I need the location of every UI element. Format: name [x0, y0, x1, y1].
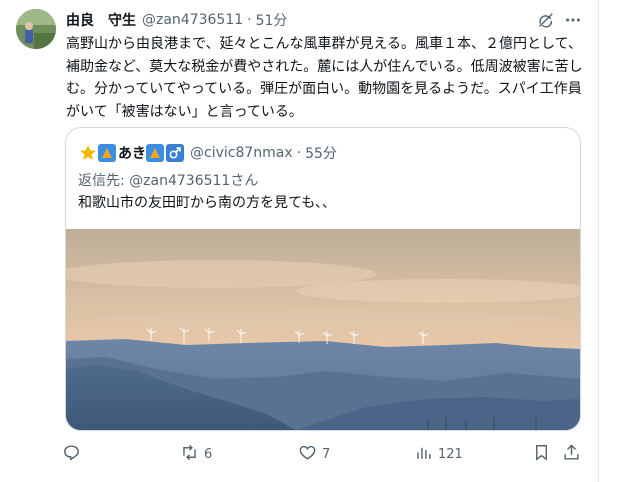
author-handle[interactable]: @zan4736511 [142, 12, 243, 28]
views-icon [414, 443, 433, 466]
like-count: 7 [322, 446, 331, 462]
quote-author-handle[interactable]: @civic87nmax [190, 145, 293, 161]
share-icon [562, 443, 581, 466]
author-name[interactable]: 由良 守生 [66, 10, 136, 30]
separator: · [296, 145, 302, 161]
landscape-photo[interactable] [66, 229, 580, 430]
quoted-post[interactable]: あき @civic87nmax · 55分 返信先: @zan4736511さん… [65, 127, 581, 431]
male-sign-icon [166, 144, 184, 162]
reply-button[interactable] [62, 440, 86, 468]
bookmark-button[interactable] [532, 440, 551, 468]
badge-icon [98, 144, 116, 162]
post-text: 高野山から由良港まで、延々とこんな風車群が見える。風車１本、２億円として、補助金… [66, 36, 583, 120]
quote-time[interactable]: 55分 [305, 143, 337, 163]
action-bar: 6 7 121 [62, 440, 588, 468]
grok-icon[interactable] [535, 9, 557, 31]
like-button[interactable]: 7 [298, 440, 330, 468]
post-time[interactable]: 51分 [256, 10, 288, 30]
quote-author-name[interactable]: あき [118, 143, 146, 163]
quote-text: 和歌山市の友田町から南の方を見ても、、 [78, 195, 336, 211]
reply-icon [62, 443, 81, 466]
post-header: 由良 守生 @zan4736511 · 51分 [66, 9, 287, 31]
repost-count: 6 [204, 446, 213, 462]
repost-icon [180, 443, 199, 466]
quote-header: あき @civic87nmax · 55分 [78, 140, 337, 166]
avatar[interactable] [16, 9, 56, 49]
more-icon[interactable] [562, 9, 584, 31]
repost-button[interactable]: 6 [180, 440, 212, 468]
views-count: 121 [438, 446, 463, 462]
like-icon [298, 443, 317, 466]
column-divider [598, 0, 599, 482]
reply-to-line[interactable]: 返信先: @zan4736511さん [78, 170, 258, 190]
badge-icon [146, 144, 164, 162]
star-icon [78, 143, 98, 163]
separator: · [247, 12, 252, 28]
share-button[interactable] [562, 440, 581, 468]
views-button[interactable]: 121 [414, 440, 463, 468]
bookmark-icon [532, 443, 551, 466]
